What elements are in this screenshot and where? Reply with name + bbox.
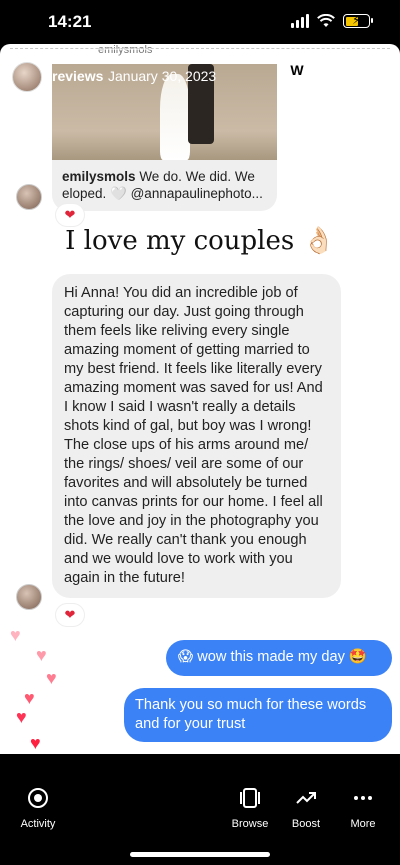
activity-icon: [26, 786, 50, 810]
avatar: [16, 584, 42, 610]
wifi-icon: [317, 14, 335, 27]
heart-reaction: ❤: [56, 204, 84, 226]
post-username: emilysmols: [62, 169, 136, 184]
post-caption: emilysmols We do. We did. We eloped. 🤍 @…: [62, 168, 267, 202]
avatar: [16, 184, 42, 210]
nav-more-label: More: [350, 818, 376, 830]
bottom-bar: Activity Browse Boost More: [0, 754, 400, 865]
story-header: reviews January 30, 2023 W: [0, 44, 400, 104]
outgoing-message: Thank you so much for these words and fo…: [124, 688, 392, 742]
heart-icon: ♥: [36, 645, 47, 665]
status-bar: 14:21 ⚡: [0, 0, 400, 44]
heart-icon: ♥: [10, 625, 21, 645]
boost-icon: [294, 786, 318, 810]
nav-boost[interactable]: Boost: [288, 786, 324, 830]
close-icon[interactable]: [366, 62, 390, 86]
heart-icon: ♥: [24, 688, 35, 708]
browse-icon: [238, 786, 262, 810]
status-time: 14:21: [48, 12, 92, 31]
heart-reaction: ❤: [56, 604, 84, 626]
home-indicator[interactable]: [130, 852, 270, 857]
avatar[interactable]: [12, 62, 42, 92]
nav-activity[interactable]: Activity: [18, 786, 58, 830]
story-overlay-text: I love my couples 👌🏻: [65, 226, 335, 256]
incoming-message: Hi Anna! You did an incredible job of ca…: [52, 274, 341, 598]
nav-browse-label: Browse: [231, 818, 269, 830]
battery-icon: ⚡: [343, 13, 373, 28]
nav-browse[interactable]: Browse: [230, 786, 270, 830]
outgoing-message: 😱 wow this made my day 🤩: [166, 640, 392, 676]
more-icon: [351, 786, 375, 810]
status-icons: ⚡: [291, 13, 373, 28]
nav-activity-label: Activity: [20, 818, 56, 830]
signal-icon: [291, 14, 309, 28]
heart-icon: ♥: [16, 707, 27, 727]
story-author[interactable]: reviews: [52, 68, 103, 84]
story-card[interactable]: emilysmols emilysmols We do. We did. We …: [0, 44, 400, 754]
nav-more[interactable]: More: [346, 786, 380, 830]
save-icon[interactable]: W: [283, 56, 311, 84]
heart-icon: ♥: [30, 733, 41, 753]
nav-boost-label: Boost: [291, 818, 321, 830]
story-date: January 30, 2023: [108, 68, 217, 84]
heart-icon: ♥: [46, 668, 57, 688]
